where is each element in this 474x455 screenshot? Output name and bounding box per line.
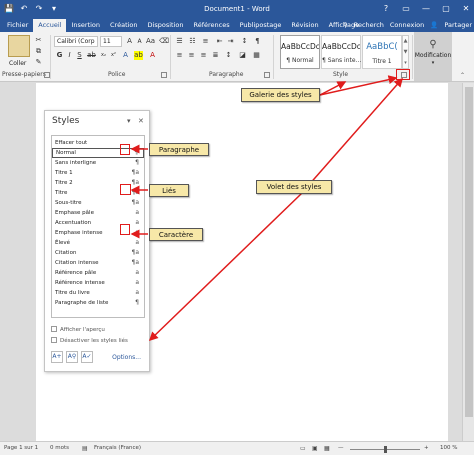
word-count[interactable]: 0 mots	[50, 445, 69, 451]
arrow-gallery	[319, 81, 347, 96]
proofing-icon[interactable]: ▤	[82, 445, 88, 452]
zoom-level[interactable]: 100 %	[440, 445, 457, 451]
zoom-out-icon[interactable]: —	[338, 445, 344, 451]
callout-character: Caractère	[149, 228, 203, 241]
arrow-pane	[148, 194, 301, 342]
zoom-in-icon[interactable]: +	[424, 445, 429, 451]
web-layout-icon[interactable]: ▦	[324, 445, 330, 452]
callout-linked: Liés	[149, 184, 189, 197]
page-count[interactable]: Page 1 sur 1	[4, 445, 38, 451]
zoom-slider-thumb[interactable]	[384, 446, 387, 453]
status-bar: Page 1 sur 1 0 mots ▤ Français (France) …	[0, 441, 474, 455]
print-layout-icon[interactable]: ▣	[312, 445, 318, 452]
arrow-gallery-launcher	[319, 75, 398, 96]
callout-paragraph: Paragraphe	[149, 143, 209, 156]
read-mode-icon[interactable]: ▭	[300, 445, 306, 452]
callout-gallery: Galerie des styles	[241, 88, 320, 102]
callout-pane: Volet des styles	[256, 180, 332, 194]
language-indicator[interactable]: Français (France)	[94, 445, 141, 451]
annotation-arrows	[130, 75, 403, 342]
